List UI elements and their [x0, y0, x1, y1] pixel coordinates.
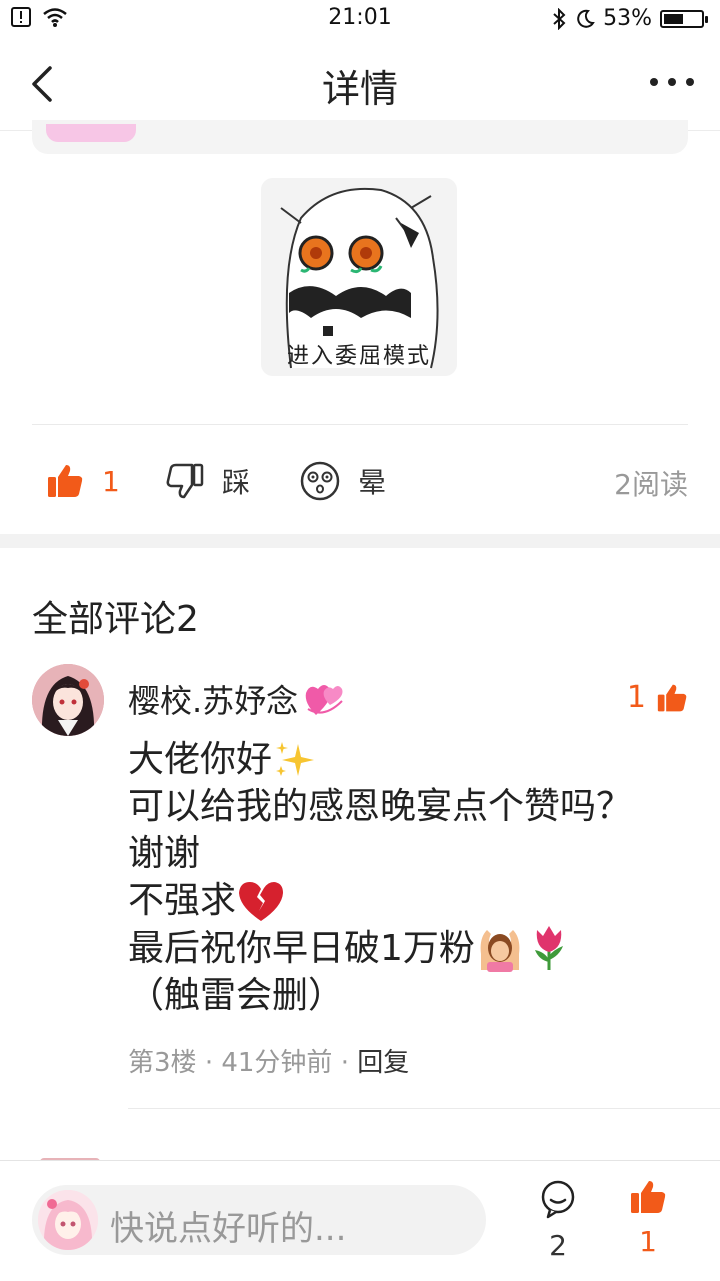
tulip-icon	[534, 926, 563, 970]
like-button[interactable]: 1	[46, 446, 120, 516]
page-title: 详情	[321, 67, 398, 111]
shared-card-remnant[interactable]	[32, 120, 688, 154]
battery-icon	[660, 9, 708, 28]
comment-line: 可以给我的感恩晚宴点个赞吗？	[128, 786, 633, 827]
comment-like-button[interactable]: 1	[627, 680, 688, 715]
comment-line: 谢谢	[128, 833, 201, 874]
comment-count: 2	[549, 1229, 567, 1262]
comment-body: 大佬你好 可以给我的感恩晚宴点个赞吗？ 谢谢 不强求 最后祝你早日破1万粉 （触…	[128, 736, 698, 1019]
comment-line: 最后祝你早日破1万粉	[128, 927, 475, 969]
sparkles-icon	[276, 741, 315, 776]
read-count: 2阅读	[614, 468, 688, 501]
dislike-label: 踩	[222, 466, 251, 499]
broken-heart-icon	[239, 881, 284, 921]
commenter-avatar[interactable]	[32, 664, 104, 736]
moon-icon	[577, 9, 595, 28]
comments-heading: 全部评论2	[32, 599, 199, 640]
bottom-bar: 快说点好听的... 2 1	[0, 1160, 720, 1281]
dislike-button[interactable]: 踩	[166, 446, 250, 516]
comment-input[interactable]: 快说点好听的...	[32, 1185, 486, 1255]
comment-time: 41分钟前	[221, 1048, 333, 1078]
bottom-like-button[interactable]: 1	[620, 1179, 676, 1258]
comment-divider	[128, 1108, 720, 1109]
my-avatar	[38, 1190, 98, 1250]
sticker-caption: 进入委屈模式	[286, 344, 431, 369]
comment-line: （触雷会删）	[128, 975, 345, 1016]
dizzy-face-icon	[300, 461, 340, 501]
divider	[32, 424, 688, 425]
commenter-name: 樱校.苏妤念	[128, 682, 299, 720]
two-hearts-icon	[305, 685, 343, 715]
comment-meta: 第3楼 · 41分钟前 · 回复	[128, 1048, 410, 1078]
bluetooth-icon	[553, 7, 566, 30]
card-thumbnail	[46, 124, 136, 142]
woman-gesturing-ok-icon	[480, 930, 520, 972]
status-right-icons: 53%	[551, 6, 708, 31]
thumbs-down-icon	[166, 463, 204, 499]
input-placeholder: 快说点好听的...	[110, 1209, 347, 1249]
pink-hair-girl-avatar-icon	[38, 1190, 98, 1250]
comment-bubble-icon	[541, 1180, 575, 1219]
section-separator	[0, 534, 720, 548]
comment-floor: 第3楼	[128, 1048, 197, 1078]
dizzy-button[interactable]: 晕	[300, 446, 386, 516]
dizzy-label: 晕	[358, 466, 387, 499]
comment-like-count: 1	[626, 680, 646, 715]
anime-girl-avatar-icon	[32, 664, 104, 736]
thumbs-up-icon	[657, 684, 687, 711]
commenter-name-row[interactable]: 樱校.苏妤念	[128, 676, 346, 722]
nav-bar: 详情	[0, 40, 720, 131]
status-bar: 21:01 53%	[0, 0, 720, 40]
thumbs-up-icon	[48, 465, 83, 497]
like-count: 1	[102, 464, 120, 498]
post-actions: 1 踩 晕 2阅读	[0, 446, 720, 516]
battery-percent: 53%	[603, 6, 652, 31]
comment-line: 大佬你好	[128, 739, 273, 780]
more-options-icon[interactable]	[650, 70, 694, 94]
thumbs-up-icon	[631, 1181, 666, 1213]
reply-link[interactable]: 回复	[357, 1048, 409, 1078]
bottom-like-count: 1	[639, 1225, 657, 1258]
comment-line: 不强求	[128, 880, 237, 921]
comments-button[interactable]: 2	[530, 1179, 586, 1262]
